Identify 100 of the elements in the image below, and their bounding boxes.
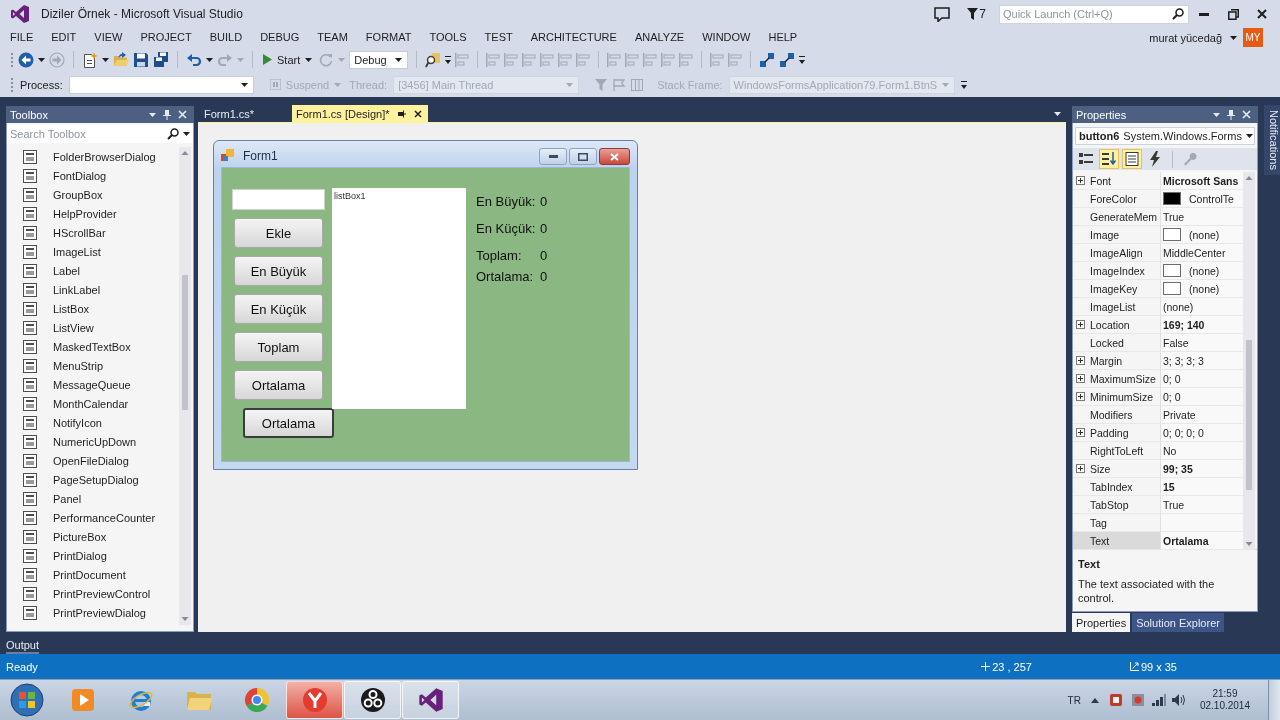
property-value[interactable]: Microsoft Sans: [1160, 172, 1243, 190]
menu-item[interactable]: BUILD: [200, 28, 252, 47]
close-icon[interactable]: [413, 109, 422, 118]
speaker-icon[interactable]: [1171, 694, 1186, 706]
toolbox-item[interactable]: NumericUpDown: [7, 432, 179, 451]
grip-icon[interactable]: [10, 51, 14, 68]
property-value[interactable]: ControlTe: [1160, 190, 1243, 208]
property-list-icon[interactable]: [1122, 149, 1142, 169]
toolbox-item[interactable]: FontDialog: [7, 166, 179, 185]
expand-icon[interactable]: [1076, 464, 1085, 473]
toolbox-item[interactable]: PerformanceCounter: [7, 508, 179, 527]
floppies-icon[interactable]: [153, 51, 169, 68]
form-button[interactable]: Ortalama: [234, 370, 323, 400]
expand-icon[interactable]: [1076, 176, 1085, 185]
property-value[interactable]: 3; 3; 3; 3: [1160, 352, 1243, 370]
toolbox-item[interactable]: PrintDialog: [7, 546, 179, 565]
list-box[interactable]: listBox1: [332, 188, 466, 409]
form-button[interactable]: En Büyük: [234, 256, 323, 286]
panel-tab[interactable]: Solution Explorer: [1132, 613, 1224, 632]
property-value[interactable]: Ortalama: [1160, 532, 1243, 550]
toolbox-item[interactable]: FolderBrowserDialog: [7, 147, 179, 166]
toolbox-item[interactable]: NotifyIcon: [7, 413, 179, 432]
linked-squares-icon[interactable]: [779, 51, 796, 68]
taskbar-button[interactable]: [402, 681, 459, 719]
search-icon[interactable]: [425, 51, 442, 68]
taskbar-button[interactable]: [344, 681, 401, 719]
notifications-tab[interactable]: Notifications: [1264, 105, 1280, 175]
start-orb-icon[interactable]: [10, 683, 44, 717]
menu-item[interactable]: ARCHITECTURE: [521, 28, 626, 47]
form-button[interactable]: Ekle: [234, 218, 323, 248]
menu-item[interactable]: ANALYZE: [625, 28, 694, 47]
toolbox-item[interactable]: MenuStrip: [7, 356, 179, 375]
undo-icon[interactable]: [186, 51, 202, 68]
toolbox-item[interactable]: Panel: [7, 489, 179, 508]
caret-icon[interactable]: [395, 57, 403, 62]
caret-icon[interactable]: [38, 57, 45, 62]
document-tab[interactable]: Form1.cs [Design]*: [292, 105, 428, 122]
panel-tab[interactable]: Properties: [1072, 613, 1131, 632]
close-button[interactable]: [599, 148, 630, 165]
language-indicator[interactable]: TR: [1067, 694, 1081, 706]
grip-icon[interactable]: [10, 76, 14, 93]
property-value[interactable]: True: [1160, 208, 1243, 226]
caret-icon[interactable]: [183, 132, 190, 136]
property-value[interactable]: 15: [1160, 478, 1243, 496]
menu-item[interactable]: FORMAT: [356, 28, 421, 47]
toolbox-item[interactable]: ImageList: [7, 242, 179, 261]
toolbox-item[interactable]: HelpProvider: [7, 204, 179, 223]
menu-item[interactable]: TEST: [475, 28, 522, 47]
property-value[interactable]: 0; 0: [1160, 370, 1243, 388]
property-name[interactable]: Text: [1073, 532, 1160, 550]
maximize-button[interactable]: [569, 148, 597, 165]
caret-icon[interactable]: [240, 82, 248, 87]
sort-icon[interactable]: [1099, 149, 1119, 169]
caret-icon[interactable]: [1245, 134, 1253, 138]
property-value[interactable]: No: [1160, 442, 1243, 460]
menu-item[interactable]: DEBUG: [251, 28, 309, 47]
speech-bubble-icon[interactable]: [934, 6, 951, 22]
property-value[interactable]: (none): [1160, 298, 1243, 316]
menu-item[interactable]: VIEW: [85, 28, 132, 47]
expand-icon[interactable]: [1076, 392, 1085, 401]
toolbox-item[interactable]: PrintPreviewDialog: [7, 603, 179, 622]
floppy-icon[interactable]: [133, 51, 149, 68]
menu-item[interactable]: TEAM: [308, 28, 357, 47]
toolbox-item[interactable]: PictureBox: [7, 527, 179, 546]
tray-app-icon[interactable]: [1130, 693, 1145, 707]
toolbox-item[interactable]: HScrollBar: [7, 223, 179, 242]
caret-icon[interactable]: [305, 57, 313, 62]
property-value[interactable]: True: [1160, 496, 1243, 514]
expand-icon[interactable]: [1076, 356, 1085, 365]
menu-item[interactable]: WINDOW: [693, 28, 760, 47]
object-selector[interactable]: button6 System.Windows.Forms: [1075, 127, 1255, 145]
overflow-icon[interactable]: [799, 55, 806, 64]
expand-icon[interactable]: [1076, 374, 1085, 383]
quick-launch-field[interactable]: Quick Launch (Ctrl+Q): [999, 4, 1189, 24]
form-button[interactable]: Ortalama: [243, 408, 334, 438]
back-icon[interactable]: [18, 51, 34, 68]
toolbox-item[interactable]: MaskedTextBox: [7, 337, 179, 356]
folder-icon[interactable]: [113, 51, 129, 68]
toolbox-item[interactable]: Label: [7, 261, 179, 280]
property-value[interactable]: (none): [1160, 280, 1243, 298]
property-value[interactable]: 169; 140: [1160, 316, 1243, 334]
toolbox-item[interactable]: OpenFileDialog: [7, 451, 179, 470]
menu-item[interactable]: EDIT: [42, 28, 86, 47]
property-value[interactable]: False: [1160, 334, 1243, 352]
caret-icon[interactable]: [102, 57, 109, 62]
toolbox-item[interactable]: PageSetupDialog: [7, 470, 179, 489]
user-name[interactable]: murat yücedağ: [1149, 31, 1222, 44]
menu-item[interactable]: TOOLS: [420, 28, 476, 47]
start-button[interactable]: Start: [261, 49, 315, 70]
caret-icon[interactable]: [1054, 111, 1061, 116]
menu-item[interactable]: FILE: [1, 28, 43, 47]
property-value[interactable]: 99; 35: [1160, 460, 1243, 478]
tray-app-icon[interactable]: [1108, 693, 1123, 707]
configuration-dropdown[interactable]: Debug: [349, 50, 409, 69]
toolbox-item[interactable]: LinkLabel: [7, 280, 179, 299]
menu-item[interactable]: HELP: [759, 28, 807, 47]
property-value[interactable]: 0; 0; 0; 0: [1160, 424, 1243, 442]
property-value[interactable]: Private: [1160, 406, 1243, 424]
caret-icon[interactable]: [206, 57, 213, 62]
funnel-icon[interactable]: [967, 8, 979, 20]
